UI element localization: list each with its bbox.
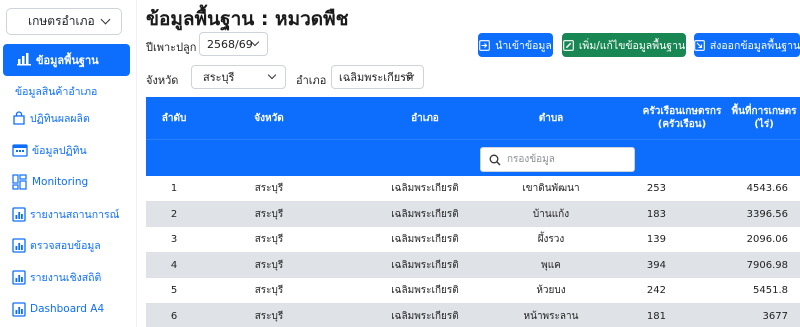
- sidebar-item-dashboard-a4[interactable]: Dashboard A4: [12, 300, 104, 318]
- column-header-area[interactable]: พื้นที่การเกษตร (ไร่): [730, 97, 798, 139]
- column-header-province[interactable]: จังหวัด: [206, 97, 332, 139]
- cell-area: 4543.66: [746, 183, 788, 194]
- district-select-value: เฉลิมพระเกียรติ: [339, 71, 414, 84]
- sidebar-item-label: ปฏิทินผลผลิต: [30, 112, 90, 125]
- table-filter-row: กรองข้อมูล: [146, 139, 800, 176]
- sidebar-item-label: รายงานสถานการณ์: [30, 208, 120, 221]
- province-select-value: สระบุรี: [203, 71, 235, 84]
- sidebar-item-label: ข้อมูลปฏิทิน: [32, 144, 87, 157]
- sidebar-item-label: รายงานเชิงสถิติ: [30, 271, 102, 284]
- cell-province: สระบุรี: [254, 234, 284, 245]
- dashboard-grid-icon: [12, 174, 28, 190]
- sidebar-item-production-calendar[interactable]: ปฏิทินผลผลิต: [12, 109, 90, 127]
- export-basic-data-button[interactable]: ส่งออกข้อมูลพื้นฐาน: [693, 33, 800, 57]
- import-icon: [479, 39, 491, 51]
- sidebar-item-label: ตรวจสอบข้อมูล: [30, 239, 101, 252]
- season-select-value: 2568/69: [207, 37, 253, 51]
- cell-index: 4: [170, 259, 178, 271]
- season-select[interactable]: 2568/69: [199, 32, 268, 56]
- chevron-down-icon: [100, 14, 111, 25]
- cell-subdistrict: เขาดินพัฒนา: [522, 183, 580, 194]
- province-select[interactable]: สระบุรี: [191, 65, 286, 89]
- chevron-down-icon: [267, 70, 277, 80]
- cell-index: 5: [170, 285, 178, 296]
- role-select-value: เกษตรอำเภอ: [28, 14, 95, 28]
- sidebar-item-label: Dashboard A4: [30, 303, 105, 315]
- sidebar-item-label: Monitoring: [32, 176, 89, 188]
- cell-subdistrict: บ้านแก้ง: [532, 208, 570, 220]
- import-data-label: นำเข้าข้อมูล: [495, 39, 552, 52]
- sidebar: เกษตรอำเภอ ข้อมูลพื้นฐาน ข้อมูลสินค้าอำเ…: [0, 0, 137, 327]
- bag-icon: [12, 111, 26, 125]
- report-icon: [12, 206, 26, 222]
- cell-index: 6: [170, 310, 178, 322]
- table-row[interactable]: 1 สระบุรี เฉลิมพระเกียรติ เขาดินพัฒนา 25…: [146, 176, 800, 202]
- cell-province: สระบุรี: [254, 183, 284, 194]
- cell-area: 3677: [762, 310, 788, 322]
- page-title: ข้อมูลพื้นฐาน : หมวดพืช: [146, 8, 349, 30]
- export-basic-data-label: ส่งออกข้อมูลพื้นฐาน: [709, 39, 800, 52]
- cell-province: สระบุรี: [254, 208, 284, 220]
- report-icon: [12, 269, 26, 285]
- cell-households: 242: [646, 285, 666, 296]
- cell-subdistrict: ผึ้งรวง: [537, 234, 565, 245]
- cell-households: 183: [646, 208, 666, 220]
- cell-index: 3: [170, 234, 178, 245]
- cell-households: 181: [646, 310, 666, 322]
- sidebar-item-data-check[interactable]: ตรวจสอบข้อมูล: [12, 236, 101, 254]
- cell-province: สระบุรี: [254, 259, 284, 271]
- column-header-subdistrict[interactable]: ตำบล: [491, 97, 611, 139]
- report-icon: [12, 237, 26, 253]
- report-icon: [12, 301, 26, 317]
- table-header: ลำดับ จังหวัด อำเภอ ตำบล ครัวเรือนเกษตรก…: [146, 97, 800, 139]
- cell-area: 7906.98: [746, 259, 788, 271]
- table-row[interactable]: 5 สระบุรี เฉลิมพระเกียรติ ห้วยบง 242 545…: [146, 278, 800, 304]
- sidebar-item-statistical-report[interactable]: รายงานเชิงสถิติ: [12, 268, 101, 286]
- role-select[interactable]: เกษตรอำเภอ: [6, 8, 122, 35]
- cell-area: 5451.8: [753, 285, 788, 296]
- column-header-households[interactable]: ครัวเรือนเกษตรกร (ครัวเรือน): [640, 97, 724, 139]
- season-label: ปีเพาะปลูก: [146, 41, 197, 54]
- import-data-button[interactable]: นำเข้าข้อมูล: [478, 33, 553, 57]
- sidebar-item-monitoring[interactable]: Monitoring: [12, 173, 88, 191]
- sidebar-subitem-district-products[interactable]: ข้อมูลสินค้าอำเภอ: [15, 83, 97, 100]
- sidebar-item-label: ข้อมูลพื้นฐาน: [36, 54, 99, 67]
- edit-basic-data-button[interactable]: เพิ่ม/แก้ไขข้อมูลพื้นฐาน: [562, 33, 686, 57]
- cell-households: 139: [646, 234, 666, 245]
- edit-basic-data-label: เพิ่ม/แก้ไขข้อมูลพื้นฐาน: [578, 39, 686, 52]
- column-header-index[interactable]: ลำดับ: [146, 97, 202, 139]
- sidebar-item-basic-data[interactable]: ข้อมูลพื้นฐาน: [3, 44, 130, 76]
- search-icon: [489, 154, 501, 166]
- table-row[interactable]: 3 สระบุรี เฉลิมพระเกียรติ ผึ้งรวง 139 20…: [146, 227, 800, 253]
- cell-index: 2: [170, 208, 178, 220]
- cell-households: 394: [646, 259, 666, 271]
- table-row[interactable]: 6 สระบุรี เฉลิมพระเกียรติ หน้าพระลาน 181…: [146, 303, 800, 327]
- cell-subdistrict: หน้าพระลาน: [523, 310, 579, 322]
- table-row[interactable]: 2 สระบุรี เฉลิมพระเกียรติ บ้านแก้ง 183 3…: [146, 201, 800, 227]
- cell-households: 253: [646, 183, 666, 194]
- table-row[interactable]: 4 สระบุรี เฉลิมพระเกียรติ พุแค 394 7906.…: [146, 252, 800, 278]
- edit-icon: [562, 39, 574, 51]
- export-icon: [693, 39, 705, 51]
- sidebar-item-situation-report[interactable]: รายงานสถานการณ์: [12, 205, 119, 223]
- district-select[interactable]: เฉลิมพระเกียรติ: [331, 65, 424, 89]
- cell-subdistrict: พุแค: [541, 259, 561, 271]
- bar-chart-icon: [16, 52, 32, 69]
- cell-province: สระบุรี: [254, 285, 284, 296]
- cell-index: 1: [170, 183, 178, 194]
- data-table: ลำดับ จังหวัด อำเภอ ตำบล ครัวเรือนเกษตรก…: [146, 97, 800, 327]
- search-placeholder: กรองข้อมูล: [507, 154, 555, 165]
- cell-area: 3396.56: [746, 208, 788, 220]
- cell-area: 2096.06: [746, 234, 788, 245]
- district-label: อำเภอ: [296, 74, 327, 87]
- sidebar-item-calendar-data[interactable]: ข้อมูลปฏิทิน: [12, 141, 87, 159]
- calendar-icon: [12, 143, 28, 157]
- table-search-input[interactable]: กรองข้อมูล: [480, 147, 635, 172]
- province-label: จังหวัด: [146, 74, 179, 87]
- cell-province: สระบุรี: [254, 310, 284, 322]
- cell-subdistrict: ห้วยบง: [536, 285, 566, 296]
